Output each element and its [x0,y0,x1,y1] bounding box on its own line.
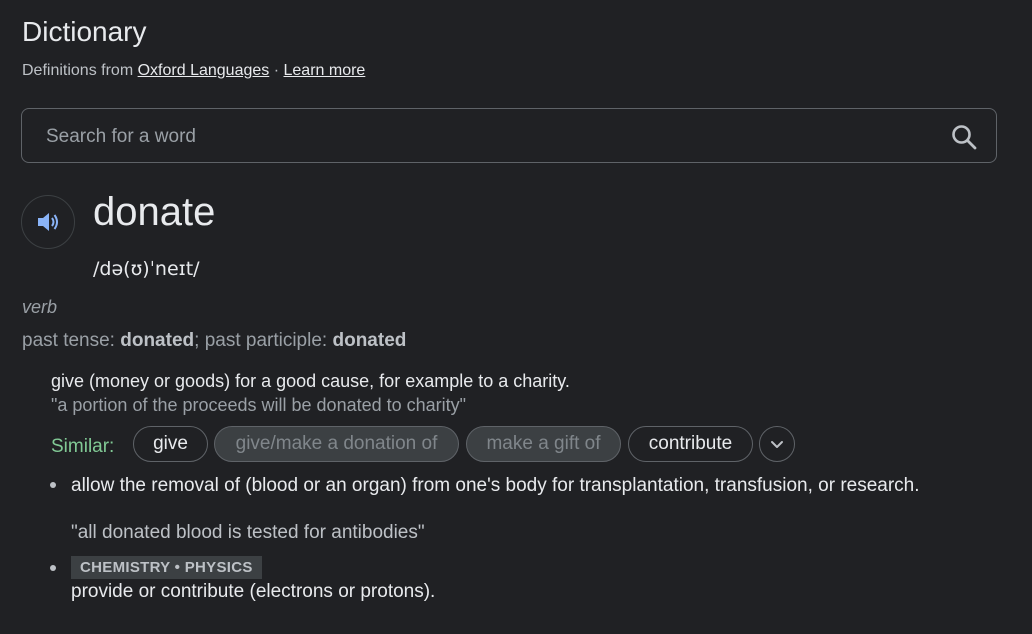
similar-chip-contribute[interactable]: contribute [628,426,753,462]
past-participle-label: past participle [204,330,322,351]
similar-chip-make-a-gift-of: make a gift of [466,426,621,462]
definition-3: provide or contribute (electrons or prot… [71,581,436,602]
headword: donate [93,190,216,234]
phonetic-spelling: /də(ʊ)ˈneɪt/ [93,258,200,280]
example-1: "a portion of the proceeds will be donat… [51,395,467,415]
definition-2: allow the removal of (blood or an organ)… [71,475,920,496]
oxford-languages-link[interactable]: Oxford Languages [138,62,270,79]
expand-similar-button[interactable] [759,426,795,462]
part-of-speech: verb [22,297,58,317]
search-icon[interactable] [950,123,978,151]
bullet-3 [50,565,56,571]
definitions-source: Definitions from Oxford Languages · Lear… [22,62,365,80]
chevron-down-icon [771,441,783,448]
example-2: "all donated blood is tested for antibod… [71,522,425,543]
separator: · [273,62,280,79]
subject-tag: CHEMISTRY • PHYSICS [71,556,262,579]
source-prefix: Definitions from [22,62,134,79]
past-participle-value: donated [332,330,407,351]
past-tense-label: past tense [22,330,110,351]
search-box[interactable] [21,108,997,163]
similar-chip-give[interactable]: give [133,426,208,462]
page-title: Dictionary [22,16,147,47]
speaker-icon [38,213,58,231]
definition-1: give (money or goods) for a good cause, … [51,371,570,391]
past-tense-value: donated [120,330,195,351]
pronunciation-button[interactable] [21,195,75,249]
search-input[interactable] [44,123,928,151]
bullet-2 [50,482,56,488]
learn-more-link[interactable]: Learn more [284,62,366,79]
similar-label: Similar: [51,436,115,457]
word-forms: past tense: donated; past participle: do… [22,330,407,351]
similar-chip-give-make-donation: give/make a donation of [214,426,459,462]
